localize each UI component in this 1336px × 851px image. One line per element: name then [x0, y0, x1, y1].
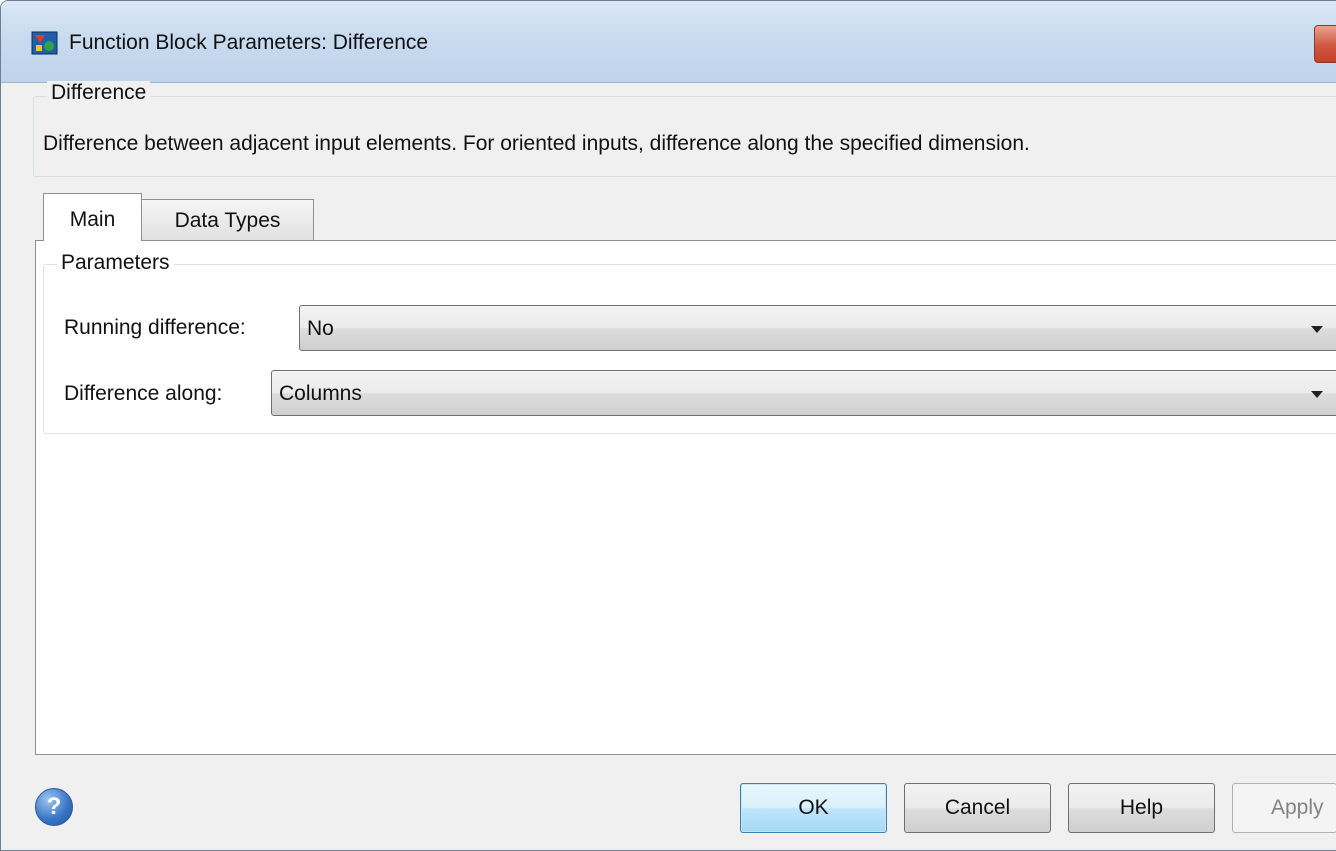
- dialog-window: Function Block Parameters: Difference Di…: [0, 0, 1336, 851]
- ok-button[interactable]: OK: [740, 783, 887, 833]
- running-difference-dropdown[interactable]: No: [299, 305, 1336, 351]
- parameters-group-title: Parameters: [57, 251, 174, 275]
- difference-along-value: Columns: [279, 382, 362, 405]
- tab-data-types-label: Data Types: [174, 209, 281, 232]
- help-icon[interactable]: ?: [35, 788, 73, 826]
- tab-data-types[interactable]: Data Types: [141, 199, 314, 241]
- block-description: Difference between adjacent input elemen…: [43, 132, 1030, 155]
- running-difference-label: Running difference:: [64, 316, 246, 339]
- difference-along-label: Difference along:: [64, 382, 223, 405]
- close-button[interactable]: [1314, 25, 1336, 63]
- window-title: Function Block Parameters: Difference: [69, 31, 429, 54]
- chevron-down-icon: [1311, 326, 1323, 333]
- title-bar[interactable]: Function Block Parameters: Difference: [1, 1, 1336, 83]
- difference-along-dropdown[interactable]: Columns: [271, 370, 1336, 416]
- block-group-title: Difference: [47, 81, 151, 105]
- chevron-down-icon: [1311, 391, 1323, 398]
- running-difference-value: No: [307, 317, 334, 340]
- apply-button[interactable]: Apply: [1232, 783, 1336, 833]
- tab-main-label: Main: [69, 208, 116, 231]
- help-button[interactable]: Help: [1068, 783, 1215, 833]
- tab-main[interactable]: Main: [43, 193, 142, 241]
- simulink-block-icon: [31, 31, 58, 55]
- cancel-button[interactable]: Cancel: [904, 783, 1051, 833]
